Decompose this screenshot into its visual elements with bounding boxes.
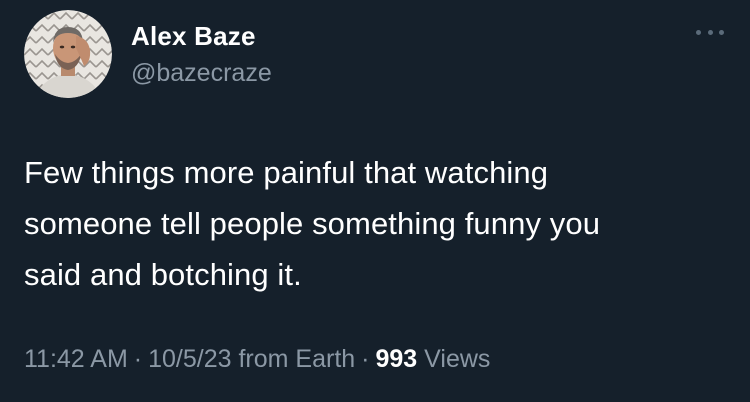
author-handle[interactable]: @bazecraze xyxy=(131,59,272,88)
tweet-text: Few things more painful that watching so… xyxy=(24,147,724,300)
tweet-text-line: Few things more painful that watching xyxy=(24,155,549,190)
more-dot xyxy=(707,29,713,35)
author-name[interactable]: Alex Baze xyxy=(131,21,256,52)
more-dot xyxy=(719,29,724,35)
tweet-time[interactable]: 11:42 AM xyxy=(24,345,128,373)
views-count[interactable]: 993 xyxy=(376,345,418,373)
meta-separator: · xyxy=(133,345,143,373)
tweet-date-source[interactable]: 10/5/23 from Earth xyxy=(148,345,355,373)
meta-separator: · xyxy=(361,345,370,373)
views-label[interactable]: Views xyxy=(424,345,490,373)
tweet-card: Alex Baze @bazecraze Few things more pai… xyxy=(0,0,750,402)
avatar[interactable] xyxy=(24,10,112,98)
tweet-text-line: someone tell people something funny you xyxy=(24,206,601,241)
more-horizontal-icon[interactable] xyxy=(696,22,724,42)
tweet-meta: 11:42 AM · 10/5/23 from Earth · 993 Views xyxy=(24,345,490,374)
tweet-text-line: said and botching it. xyxy=(24,257,302,292)
more-dot xyxy=(696,29,701,35)
avatar-image xyxy=(24,10,112,98)
